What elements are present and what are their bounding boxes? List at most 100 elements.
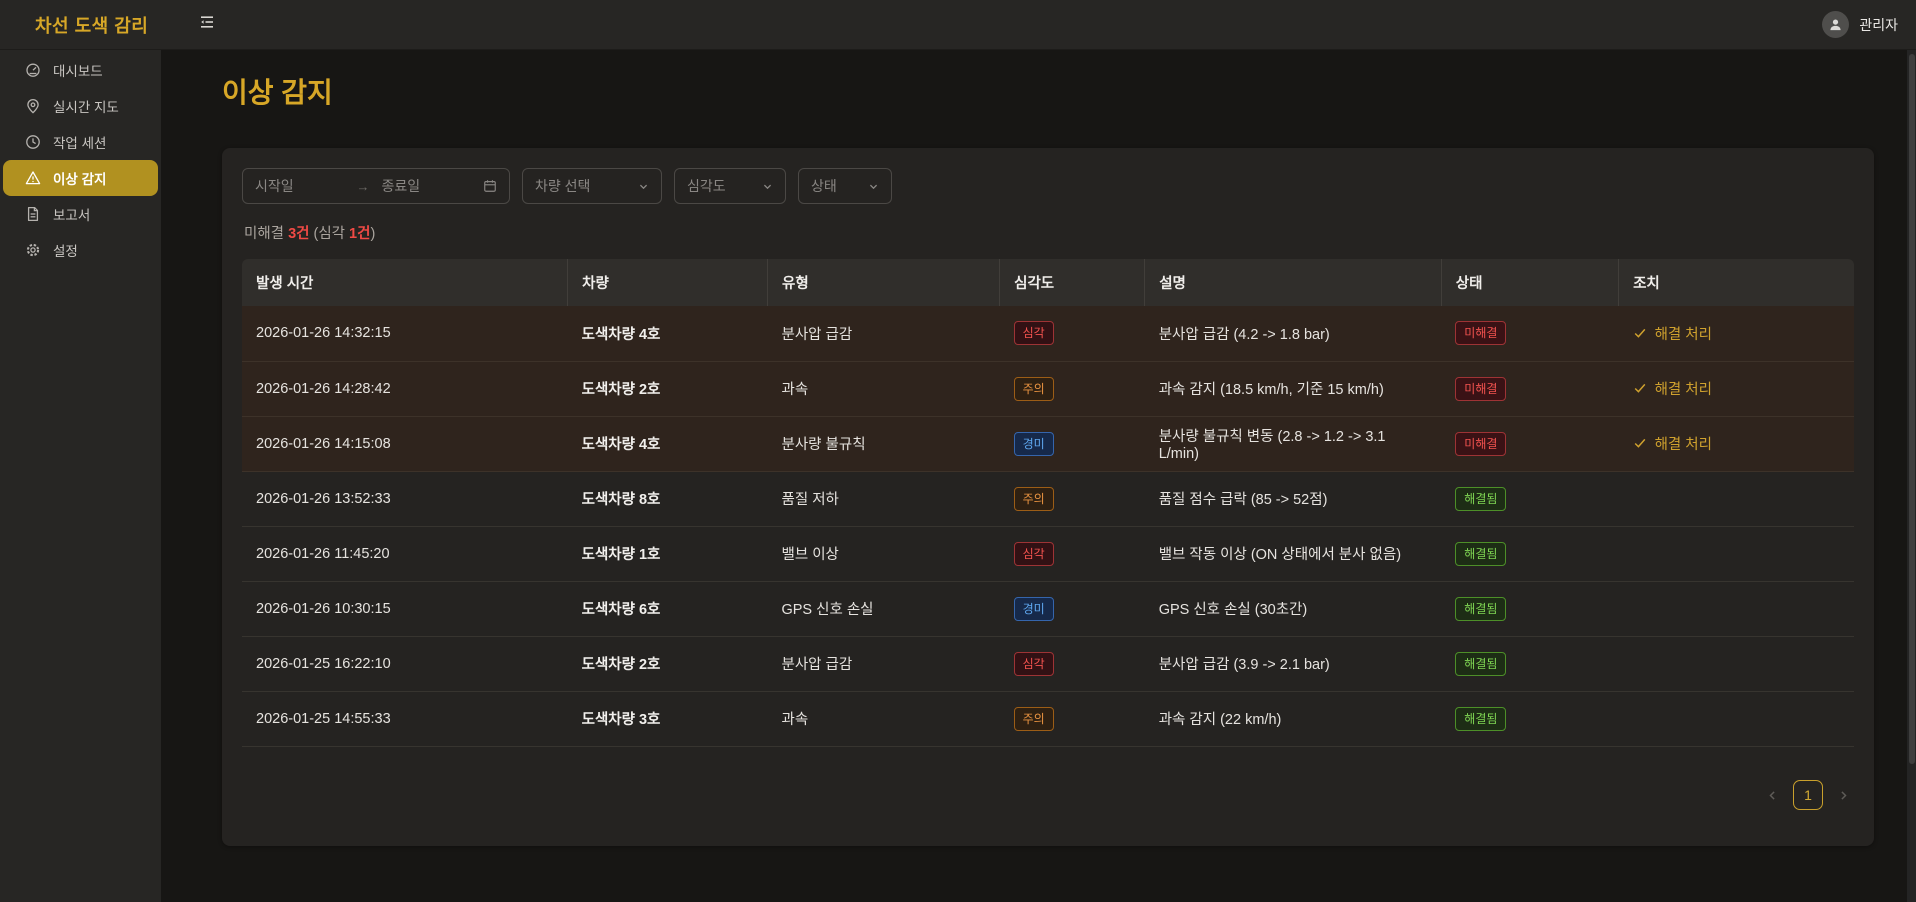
date-end-placeholder: 종료일 bbox=[376, 176, 484, 196]
table-row: 2026-01-26 14:28:42도색차량 2호과속주의과속 감지 (18.… bbox=[242, 361, 1854, 416]
main-content: 이상 감지 시작일 → 종료일 차량 선택 bbox=[161, 50, 1916, 902]
cell-vehicle: 도색차량 4호 bbox=[568, 306, 768, 361]
sidebar-item-2[interactable]: 실시간 지도 bbox=[3, 88, 158, 124]
report-icon bbox=[25, 206, 41, 222]
range-arrow: → bbox=[357, 179, 376, 194]
table-row: 2026-01-26 11:45:20도색차량 1호밸브 이상 심각 밸브 작동 이… bbox=[242, 526, 1854, 581]
cell-action bbox=[1619, 691, 1854, 746]
map-pin-icon bbox=[25, 98, 41, 114]
dashboard-icon bbox=[25, 62, 41, 78]
cell-severity: 심각 bbox=[1000, 526, 1145, 581]
sidebar-item-6[interactable]: 설정 bbox=[3, 232, 158, 268]
date-range-picker[interactable]: 시작일 → 종료일 bbox=[242, 168, 510, 204]
severity-badge: 주의 bbox=[1014, 377, 1054, 401]
date-start-placeholder: 시작일 bbox=[255, 176, 357, 196]
cell-status: 미해결 bbox=[1441, 306, 1618, 361]
menu-fold-icon bbox=[199, 14, 215, 35]
window-scrollbar[interactable] bbox=[1907, 50, 1916, 902]
summary-text: ) bbox=[370, 226, 375, 242]
cell-type: 품질 저하 bbox=[767, 471, 999, 526]
cell-severity: 주의 bbox=[1000, 691, 1145, 746]
cell-time: 2026-01-26 14:28:42 bbox=[242, 361, 568, 416]
status-select[interactable]: 상태 bbox=[798, 168, 892, 204]
cell-status: 미해결 bbox=[1441, 416, 1618, 471]
cell-type: 밸브 이상 bbox=[767, 526, 999, 581]
cell-vehicle: 도색차량 2호 bbox=[568, 636, 768, 691]
scrollbar-thumb[interactable] bbox=[1909, 54, 1915, 764]
sidebar: 대시보드실시간 지도작업 세션이상 감지보고서설정 bbox=[0, 50, 161, 902]
cell-description: 밸브 작동 이상 (ON 상태에서 분사 없음) bbox=[1145, 526, 1442, 581]
user-name: 관리자 bbox=[1859, 15, 1898, 35]
vehicle-select-value: 차량 선택 bbox=[535, 176, 590, 196]
person-icon bbox=[1828, 17, 1843, 32]
sidebar-item-3[interactable]: 작업 세션 bbox=[3, 124, 158, 160]
severity-badge: 경미 bbox=[1014, 597, 1054, 621]
table-row: 2026-01-25 16:22:10도색차량 2호분사압 급감심각분사압 급감… bbox=[242, 636, 1854, 691]
sidebar-item-label: 보고서 bbox=[53, 204, 90, 224]
page-next-button[interactable] bbox=[1837, 789, 1850, 802]
filter-bar: 시작일 → 종료일 차량 선택 bbox=[242, 168, 1854, 204]
cell-description: 분사압 급감 (4.2 -> 1.8 bar) bbox=[1145, 306, 1442, 361]
status-badge: 미해결 bbox=[1455, 432, 1506, 456]
user-menu[interactable]: 관리자 bbox=[1822, 11, 1898, 38]
cell-vehicle: 도색차량 4호 bbox=[568, 416, 768, 471]
cell-severity: 심각 bbox=[1000, 636, 1145, 691]
cell-description: 품질 점수 급락 (85 -> 52점) bbox=[1145, 471, 1442, 526]
resolve-button-label: 해결 처리 bbox=[1655, 433, 1712, 454]
calendar-icon bbox=[483, 179, 497, 193]
cell-severity: 경미 bbox=[1000, 416, 1145, 471]
chevron-right-icon bbox=[1837, 789, 1850, 802]
cell-time: 2026-01-26 13:52:33 bbox=[242, 471, 568, 526]
cell-time: 2026-01-25 16:22:10 bbox=[242, 636, 568, 691]
cell-action bbox=[1619, 526, 1854, 581]
cell-time: 2026-01-25 14:55:33 bbox=[242, 691, 568, 746]
resolve-button[interactable]: 해결 처리 bbox=[1633, 323, 1712, 344]
severity-badge: 주의 bbox=[1014, 487, 1054, 511]
cell-action: 해결 처리 bbox=[1619, 416, 1854, 471]
table-header-row: 발생 시간차량유형심각도설명상태조치 bbox=[242, 259, 1854, 306]
resolve-button[interactable]: 해결 처리 bbox=[1633, 378, 1712, 399]
status-badge: 해결됨 bbox=[1455, 542, 1506, 566]
status-badge: 미해결 bbox=[1455, 321, 1506, 345]
warning-icon bbox=[25, 170, 41, 186]
cell-status: 해결됨 bbox=[1441, 471, 1618, 526]
sidebar-item-label: 실시간 지도 bbox=[53, 96, 119, 116]
vehicle-select[interactable]: 차량 선택 bbox=[522, 168, 662, 204]
cell-severity: 경미 bbox=[1000, 581, 1145, 636]
top-bar: 차선 도색 감리 관리자 bbox=[0, 0, 1916, 50]
page-number-1[interactable]: 1 bbox=[1793, 780, 1823, 810]
chevron-down-icon bbox=[638, 181, 649, 192]
chevron-down-icon bbox=[868, 181, 879, 192]
severity-select[interactable]: 심각도 bbox=[674, 168, 786, 204]
cell-time: 2026-01-26 11:45:20 bbox=[242, 526, 568, 581]
severity-select-value: 심각도 bbox=[687, 176, 726, 196]
sidebar-item-4[interactable]: 이상 감지 bbox=[3, 160, 158, 196]
check-icon bbox=[1633, 436, 1647, 450]
cell-status: 해결됨 bbox=[1441, 691, 1618, 746]
resolve-button[interactable]: 해결 처리 bbox=[1633, 433, 1712, 454]
severity-badge: 심각 bbox=[1014, 542, 1054, 566]
column-header-3: 유형 bbox=[767, 259, 999, 306]
severity-badge: 주의 bbox=[1014, 707, 1054, 731]
cell-status: 미해결 bbox=[1441, 361, 1618, 416]
cell-vehicle: 도색차량 1호 bbox=[568, 526, 768, 581]
resolve-button-label: 해결 처리 bbox=[1655, 378, 1712, 399]
unresolved-summary: 미해결 3건 (심각 1건) bbox=[244, 222, 1852, 243]
page-prev-button[interactable] bbox=[1766, 789, 1779, 802]
anomaly-card: 시작일 → 종료일 차량 선택 bbox=[222, 148, 1874, 846]
cell-status: 해결됨 bbox=[1441, 526, 1618, 581]
status-badge: 해결됨 bbox=[1455, 652, 1506, 676]
check-icon bbox=[1633, 326, 1647, 340]
cell-vehicle: 도색차량 3호 bbox=[568, 691, 768, 746]
sidebar-item-1[interactable]: 대시보드 bbox=[3, 52, 158, 88]
anomaly-table: 발생 시간차량유형심각도설명상태조치 2026-01-26 14:32:15도색… bbox=[242, 259, 1854, 747]
cell-status: 해결됨 bbox=[1441, 636, 1618, 691]
sidebar-collapse-button[interactable] bbox=[193, 11, 221, 39]
sidebar-item-5[interactable]: 보고서 bbox=[3, 196, 158, 232]
column-header-4: 심각도 bbox=[1000, 259, 1145, 306]
column-header-1: 발생 시간 bbox=[242, 259, 568, 306]
cell-time: 2026-01-26 14:15:08 bbox=[242, 416, 568, 471]
cell-description: 과속 감지 (22 km/h) bbox=[1145, 691, 1442, 746]
cell-vehicle: 도색차량 6호 bbox=[568, 581, 768, 636]
cell-severity: 주의 bbox=[1000, 361, 1145, 416]
